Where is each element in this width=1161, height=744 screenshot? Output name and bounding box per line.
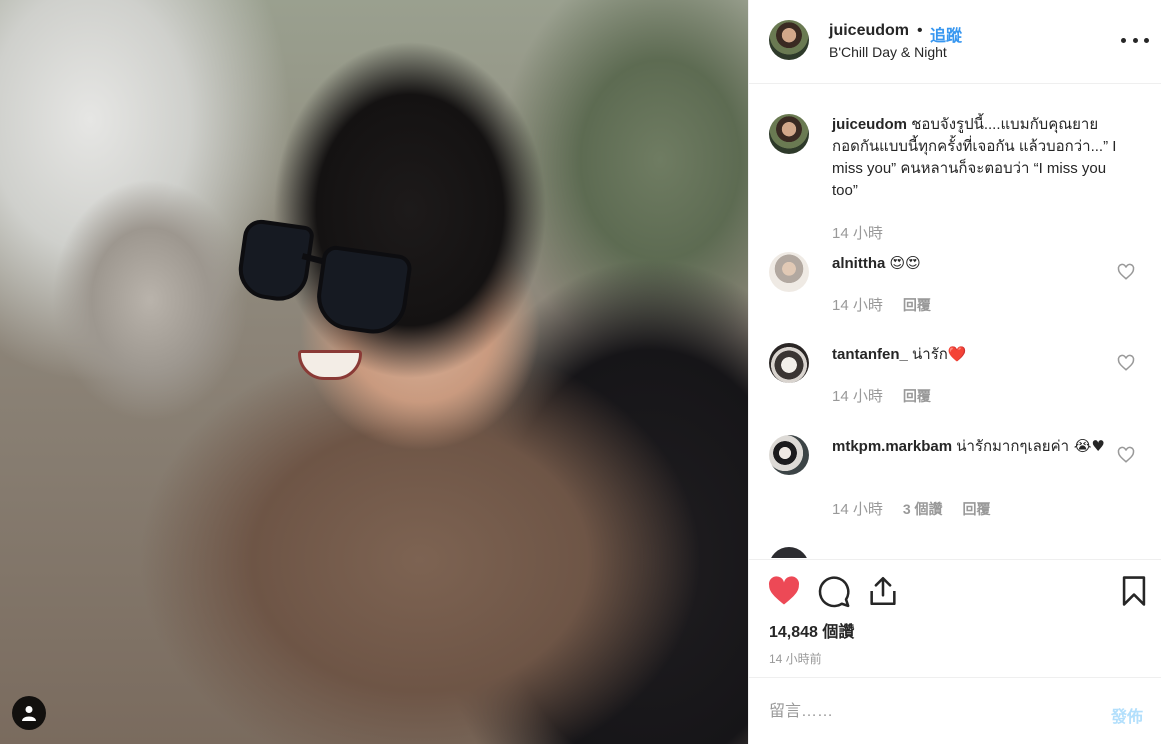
comment-form: 發佈 <box>749 677 1161 744</box>
comment-text: mtkpm.markbam น่ารักมากๆเลยค่า 😭♥ <box>832 435 1122 458</box>
comment-input[interactable] <box>769 698 1089 726</box>
comment-body: น่ารักมากๆเลยค่า 😭♥ <box>956 437 1105 455</box>
comment-time[interactable]: 14 小時 <box>832 294 883 315</box>
likes-count[interactable]: 14,848 個讚 <box>769 618 854 642</box>
comment-like-icon[interactable] <box>1117 263 1135 281</box>
post-photo[interactable] <box>0 0 748 744</box>
comment-meta: 14 小時 回覆 <box>832 294 931 315</box>
comment-body: น่ารัก❤️ <box>912 345 967 363</box>
comment-meta: 14 小時 3 個讚 回覆 <box>832 498 991 519</box>
separator-dot: • <box>917 22 923 39</box>
caption-avatar[interactable] <box>769 114 809 154</box>
commenter-avatar[interactable] <box>769 547 809 558</box>
commenter-avatar[interactable] <box>769 343 809 383</box>
caption-time[interactable]: 14 小時 <box>832 222 883 243</box>
comment-time[interactable]: 14 小時 <box>832 498 883 519</box>
user-tag-icon <box>22 706 36 721</box>
owner-username[interactable]: juiceudom <box>829 22 909 40</box>
post-sidebar: juiceudom • 追蹤 B'Chill Day & Night juice… <box>748 0 1161 744</box>
share-icon[interactable] <box>866 574 900 608</box>
action-bar: 14,848 個讚 14 小時前 <box>749 559 1161 676</box>
commenter-username[interactable]: alnittha <box>832 255 885 272</box>
post-header: juiceudom • 追蹤 B'Chill Day & Night <box>749 0 1161 84</box>
caption-meta: 14 小時 <box>832 222 883 243</box>
commenter-avatar[interactable] <box>769 252 809 292</box>
smile <box>298 350 362 380</box>
comments-list[interactable]: juiceudom ชอบจังรูปนี้....แบมกับคุณยาย ก… <box>749 85 1161 558</box>
comment-meta: 14 小時 回覆 <box>832 385 931 406</box>
comment-body: 😍😍 <box>889 254 921 272</box>
comment-time[interactable]: 14 小時 <box>832 385 883 406</box>
comment-like-icon[interactable] <box>1117 446 1135 464</box>
commenter-avatar[interactable] <box>769 435 809 475</box>
follow-button[interactable]: 追蹤 <box>930 22 962 46</box>
comment-likes-count[interactable]: 3 個讚 <box>903 499 943 519</box>
owner-avatar[interactable] <box>769 20 809 60</box>
bookmark-icon[interactable] <box>1117 574 1151 608</box>
commenter-username[interactable]: tantanfen_ <box>832 346 908 363</box>
sunglasses-right-lens <box>312 244 414 338</box>
reply-button[interactable]: 回覆 <box>903 386 931 406</box>
user-tag-button[interactable] <box>12 696 46 730</box>
caption-username[interactable]: juiceudom <box>832 116 907 133</box>
post-comment-button[interactable]: 發佈 <box>1111 703 1143 727</box>
comment-text: tantanfen_ น่ารัก❤️ <box>832 343 1122 366</box>
comment-like-icon[interactable] <box>1117 354 1135 372</box>
reply-button[interactable]: 回覆 <box>963 499 991 519</box>
location-link[interactable]: B'Chill Day & Night <box>829 44 947 60</box>
heart-filled-icon[interactable] <box>767 574 801 608</box>
caption-text: juiceudom ชอบจังรูปนี้....แบมกับคุณยาย ก… <box>832 114 1122 202</box>
sunglasses-left-lens <box>234 217 316 305</box>
more-options-icon[interactable] <box>1121 30 1149 50</box>
post-timestamp[interactable]: 14 小時前 <box>769 650 822 667</box>
commenter-username[interactable]: mtkpm.markbam <box>832 438 952 455</box>
reply-button[interactable]: 回覆 <box>903 295 931 315</box>
comment-text: alnittha 😍😍 <box>832 252 1122 275</box>
comment-icon[interactable] <box>817 574 851 608</box>
